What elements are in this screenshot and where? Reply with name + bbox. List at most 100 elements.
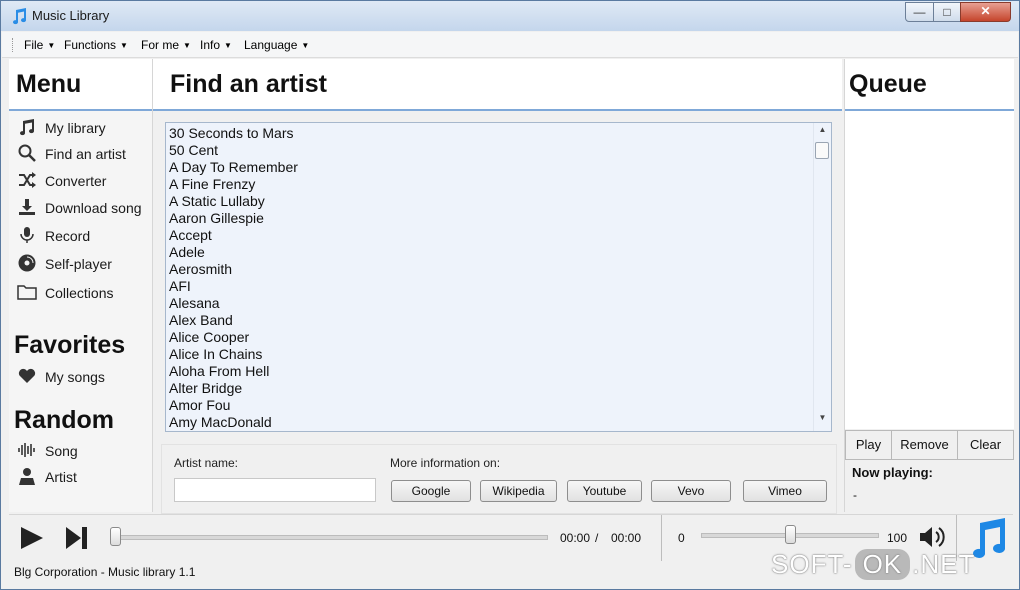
title-bar: Music Library — □ ✕ <box>1 1 1019 31</box>
sidebar-item-label: My songs <box>45 369 105 385</box>
list-item[interactable]: Amor Fou <box>169 397 230 413</box>
google-button[interactable]: Google <box>391 480 471 502</box>
queue-list[interactable] <box>845 111 1014 429</box>
heart-icon <box>18 368 36 383</box>
caret-down-icon: ▼ <box>301 41 310 50</box>
now-playing-label: Now playing: <box>852 465 933 480</box>
caret-down-icon: ▼ <box>224 41 232 50</box>
volume-slider-thumb[interactable] <box>785 525 796 544</box>
artist-name-label: Artist name: <box>174 456 239 470</box>
list-item[interactable]: Accept <box>169 227 212 243</box>
watermark: SOFT- OK .NET <box>771 549 976 580</box>
menu-for-me[interactable]: For me ▼ <box>141 38 191 52</box>
list-item[interactable]: AFI <box>169 278 191 294</box>
list-item[interactable]: Adele <box>169 244 205 260</box>
menu-functions[interactable]: Functions ▼ <box>64 38 128 52</box>
scrollbar-thumb[interactable] <box>815 142 829 159</box>
toolbar-grip <box>12 38 16 52</box>
volume-min-label: 0 <box>678 531 685 545</box>
sidebar-item-label: Artist <box>45 469 77 485</box>
sidebar: Menu My library Find an artist Converter… <box>9 59 153 512</box>
find-artist-panel: Find an artist 30 Seconds to Mars 50 Cent… <box>153 59 842 514</box>
close-button[interactable]: ✕ <box>960 2 1011 22</box>
list-item[interactable]: A Day To Remember <box>169 159 298 175</box>
sidebar-item-label: Song <box>45 443 78 459</box>
disc-icon <box>18 254 36 272</box>
search-icon <box>18 144 36 162</box>
sidebar-menu-title: Menu <box>16 70 82 98</box>
page-title: Find an artist <box>170 70 327 98</box>
artist-list-scrollbar[interactable]: ▲ ▼ <box>813 123 831 431</box>
volume-icon[interactable] <box>918 524 948 550</box>
list-item[interactable]: Alter Bridge <box>169 380 242 396</box>
menu-file[interactable]: File ▼ <box>24 38 55 52</box>
sidebar-item-label: Download song <box>45 200 142 216</box>
seek-bar-thumb[interactable] <box>110 527 121 546</box>
vevo-button[interactable]: Vevo <box>651 480 731 502</box>
list-item[interactable]: Alice Cooper <box>169 329 249 345</box>
music-note-icon <box>20 119 35 136</box>
vimeo-button[interactable]: Vimeo <box>743 480 827 502</box>
minimize-button[interactable]: — <box>905 2 934 22</box>
queue-clear-button[interactable]: Clear <box>957 430 1014 460</box>
artist-info-box: Artist name: More information on: Google… <box>161 444 837 514</box>
time-separator: / <box>595 531 599 545</box>
random-title: Random <box>14 406 114 434</box>
sidebar-item-label: My library <box>45 120 106 136</box>
list-item[interactable]: Alesana <box>169 295 220 311</box>
now-playing-value: - <box>853 488 857 502</box>
list-item[interactable]: 50 Cent <box>169 142 218 158</box>
person-icon <box>19 468 35 485</box>
queue-play-button[interactable]: Play <box>845 430 892 460</box>
favorites-title: Favorites <box>14 331 126 359</box>
seek-bar-track[interactable] <box>116 535 548 540</box>
minimize-icon: — <box>913 5 926 19</box>
current-time: 00:00 <box>560 531 591 545</box>
queue-panel: Queue Play Remove Clear Now playing: - <box>844 59 1014 512</box>
microphone-icon <box>20 227 34 243</box>
caret-down-icon: ▼ <box>120 41 128 50</box>
maximize-button[interactable]: □ <box>933 2 961 22</box>
list-item[interactable]: Aerosmith <box>169 261 232 277</box>
scroll-down-arrow-icon[interactable]: ▼ <box>814 413 831 429</box>
scroll-up-arrow-icon[interactable]: ▲ <box>814 125 831 141</box>
sidebar-item-label: Record <box>45 228 91 244</box>
sidebar-header-divider <box>9 109 152 111</box>
main-header-divider <box>153 109 842 111</box>
play-icon[interactable] <box>19 525 45 551</box>
sidebar-item-label: Collections <box>45 285 114 301</box>
folder-icon <box>17 285 37 300</box>
artist-list[interactable]: 30 Seconds to Mars 50 Cent A Day To Rememb… <box>165 122 832 432</box>
status-text: Blg Corporation - Music library 1.1 <box>14 565 196 579</box>
list-item[interactable]: Aloha From Hell <box>169 363 269 379</box>
wikipedia-button[interactable]: Wikipedia <box>480 480 557 502</box>
app-window: Music Library — □ ✕ File ▼ Functions ▼ For… <box>0 0 1020 590</box>
menu-info[interactable]: Info ▼ <box>200 38 232 52</box>
list-item[interactable]: Alice In Chains <box>169 346 262 362</box>
maximize-icon: □ <box>943 5 951 19</box>
waveform-icon <box>18 443 35 457</box>
list-item[interactable]: A Static Lullaby <box>169 193 265 209</box>
caret-down-icon: ▼ <box>183 41 191 50</box>
artist-name-input[interactable] <box>174 478 376 502</box>
menu-bar: File ▼ Functions ▼ For me ▼ Info ▼ Language ▼ <box>2 32 1018 58</box>
music-note-icon <box>13 8 27 25</box>
list-item[interactable]: A Fine Frenzy <box>169 176 255 192</box>
youtube-button[interactable]: Youtube <box>567 480 642 502</box>
menu-language[interactable]: Language ▼ <box>244 38 309 52</box>
more-info-label: More information on: <box>390 456 501 470</box>
close-icon: ✕ <box>980 4 991 18</box>
list-item[interactable]: Amy MacDonald <box>169 414 272 430</box>
list-item[interactable]: 30 Seconds to Mars <box>169 125 294 141</box>
window-title: Music Library <box>32 8 110 23</box>
download-icon <box>19 199 35 215</box>
list-item[interactable]: Alex Band <box>169 312 233 328</box>
sidebar-item-label: Self-player <box>45 256 112 272</box>
caret-down-icon: ▼ <box>47 41 56 50</box>
queue-title: Queue <box>849 70 927 98</box>
list-item[interactable]: Aaron Gillespie <box>169 210 264 226</box>
queue-remove-button[interactable]: Remove <box>891 430 958 460</box>
skip-next-icon[interactable] <box>65 526 89 550</box>
sidebar-item-label: Converter <box>45 173 107 189</box>
volume-max-label: 100 <box>887 531 908 545</box>
